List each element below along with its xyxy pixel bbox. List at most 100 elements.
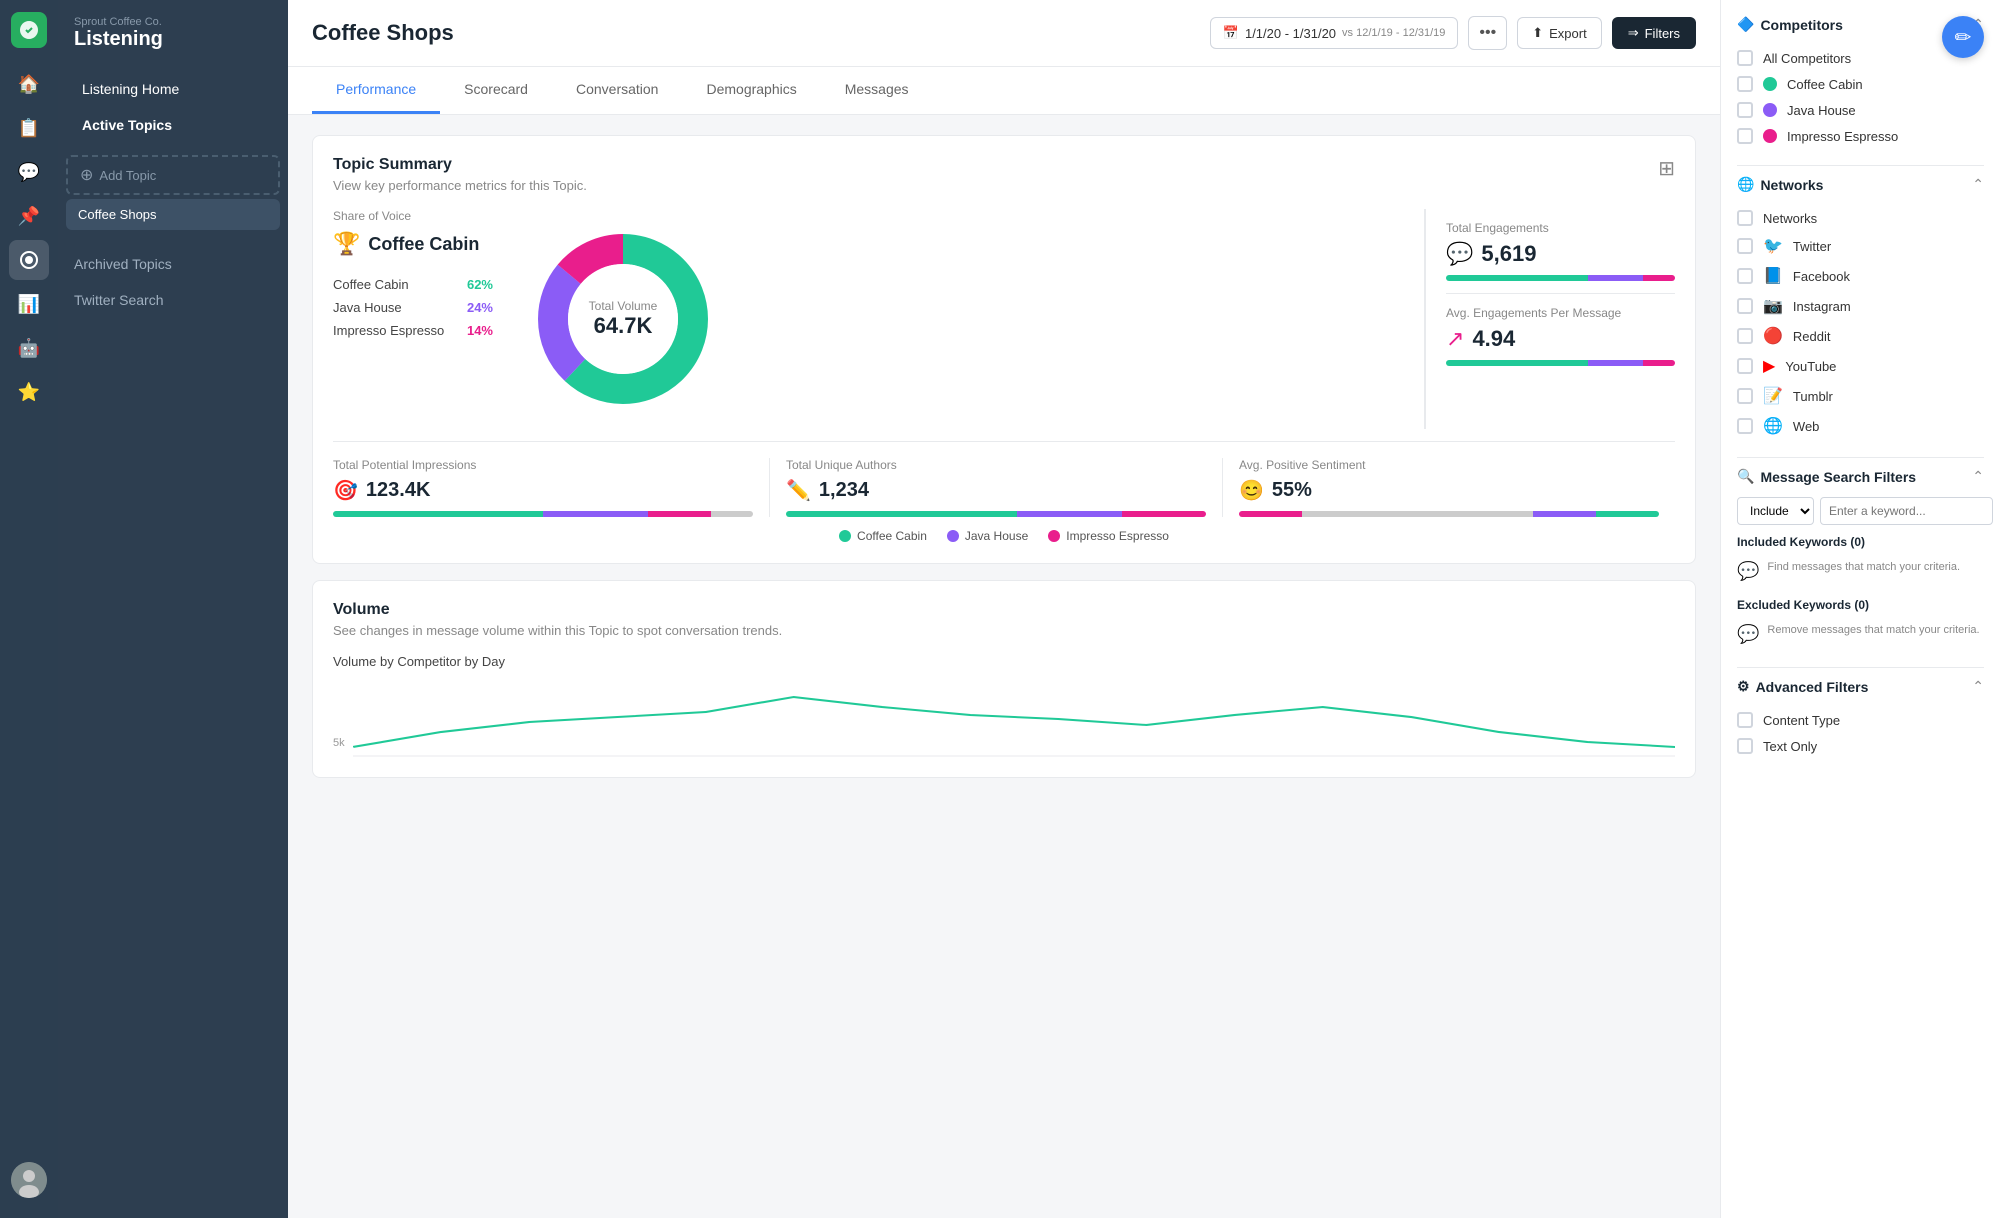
sov-name-2: Impresso Espresso [333, 323, 444, 338]
network-web-checkbox[interactable] [1737, 418, 1753, 434]
trophy-icon: 🏆 [333, 231, 360, 257]
vs-date-label: vs 12/1/19 - 12/31/19 [1342, 27, 1445, 39]
message-search-collapse-icon[interactable]: ⌃ [1972, 468, 1984, 485]
network-instagram-label: Instagram [1793, 299, 1851, 314]
competitor-checkbox-2[interactable] [1737, 128, 1753, 144]
text-only-label: Text Only [1763, 739, 1817, 754]
competitor-item-0[interactable]: Coffee Cabin [1737, 71, 1984, 97]
network-twitter[interactable]: 🐦 Twitter [1737, 231, 1984, 261]
sidebar-archived-topics[interactable]: Archived Topics [58, 246, 288, 282]
tab-conversation[interactable]: Conversation [552, 67, 683, 114]
avg-engagements-bar [1446, 360, 1675, 366]
network-facebook-label: Facebook [1793, 269, 1850, 284]
nav-messages-icon[interactable]: 💬 [9, 152, 49, 192]
advanced-filters-collapse-icon[interactable]: ⌃ [1972, 678, 1984, 695]
network-tumblr[interactable]: 📝 Tumblr [1737, 381, 1984, 411]
calendar-icon: 📅 [1223, 25, 1239, 41]
network-youtube-label: YouTube [1785, 359, 1836, 374]
sentiment-bar [1239, 511, 1659, 517]
date-range-value: 1/1/20 - 1/31/20 [1245, 26, 1336, 41]
volume-chart-container [353, 677, 1675, 757]
network-tumblr-checkbox[interactable] [1737, 388, 1753, 404]
included-kw-hint: 💬 Find messages that match your criteria… [1737, 555, 1984, 588]
main-content: Coffee Shops 📅 1/1/20 - 1/31/20 vs 12/1/… [288, 0, 1720, 1218]
content-area: Topic Summary View key performance metri… [288, 115, 1720, 1218]
sov-row-java-house: Java House 24% [333, 296, 493, 319]
competitor-checkbox-1[interactable] [1737, 102, 1753, 118]
sentiment-label: Avg. Positive Sentiment [1239, 458, 1659, 472]
nav-pin-icon[interactable]: 📌 [9, 196, 49, 236]
network-reddit-checkbox[interactable] [1737, 328, 1753, 344]
competitor-item-1[interactable]: Java House [1737, 97, 1984, 123]
network-facebook-checkbox[interactable] [1737, 268, 1753, 284]
sov-row-coffee-cabin: Coffee Cabin 62% [333, 273, 493, 296]
included-kw-label: Included Keywords (0) [1737, 535, 1984, 549]
text-only-checkbox[interactable] [1737, 738, 1753, 754]
sov-winner-name: Coffee Cabin [368, 234, 479, 255]
topic-summary-card: Topic Summary View key performance metri… [312, 135, 1696, 564]
content-type-checkbox[interactable] [1737, 712, 1753, 728]
app-name: Listening [74, 28, 272, 51]
authors-block: Total Unique Authors ✏️ 1,234 [770, 458, 1223, 517]
network-youtube-checkbox[interactable] [1737, 358, 1753, 374]
network-facebook[interactable]: 📘 Facebook [1737, 261, 1984, 291]
web-icon: 🌐 [1763, 416, 1783, 436]
competitor-item-2[interactable]: Impresso Espresso [1737, 123, 1984, 149]
sidebar-active-topics[interactable]: Active Topics [66, 107, 280, 143]
nav-home-icon[interactable]: 🏠 [9, 64, 49, 104]
sov-row-impresso: Impresso Espresso 14% [333, 319, 493, 342]
add-topic-button[interactable]: ⊕ Add Topic [66, 155, 280, 195]
competitor-checkbox-0[interactable] [1737, 76, 1753, 92]
message-search-section: 🔍 Message Search Filters ⌃ Include Inclu… [1737, 468, 1984, 651]
networks-all-item[interactable]: Networks [1737, 205, 1984, 231]
edit-button[interactable]: ✏ [1942, 16, 1984, 58]
network-web[interactable]: 🌐 Web [1737, 411, 1984, 441]
networks-all-checkbox[interactable] [1737, 210, 1753, 226]
nav-favorites-icon[interactable]: ⭐ [9, 372, 49, 412]
advanced-filters-icon: ⚙ [1737, 678, 1750, 695]
network-reddit[interactable]: 🔴 Reddit [1737, 321, 1984, 351]
volume-title: Volume [333, 601, 782, 619]
content-type-item[interactable]: Content Type [1737, 707, 1984, 733]
tab-scorecard[interactable]: Scorecard [440, 67, 552, 114]
legend-label-0: Coffee Cabin [857, 529, 927, 543]
engagements-value: 5,619 [1481, 241, 1536, 267]
network-youtube[interactable]: ▶ YouTube [1737, 351, 1984, 381]
date-range-button[interactable]: 📅 1/1/20 - 1/31/20 vs 12/1/19 - 12/31/19 [1210, 17, 1459, 49]
layout-icon[interactable]: ⊞ [1658, 156, 1675, 181]
filters-button[interactable]: ⇒ Filters [1612, 17, 1696, 49]
export-button[interactable]: ⬆ Export [1517, 17, 1601, 49]
nav-inbox-icon[interactable]: 📋 [9, 108, 49, 148]
sidebar-listening-home[interactable]: Listening Home [66, 71, 280, 107]
nav-listening-icon[interactable] [9, 240, 49, 280]
tab-messages[interactable]: Messages [821, 67, 933, 114]
tab-performance[interactable]: Performance [312, 67, 440, 114]
app-logo [11, 12, 47, 48]
advanced-filters-section: ⚙ Advanced Filters ⌃ Content Type Text O… [1737, 678, 1984, 759]
include-select[interactable]: Include [1737, 497, 1814, 525]
networks-collapse-icon[interactable]: ⌃ [1972, 176, 1984, 193]
company-name: Sprout Coffee Co. [74, 16, 272, 28]
network-twitter-checkbox[interactable] [1737, 238, 1753, 254]
tab-demographics[interactable]: Demographics [682, 67, 820, 114]
nav-reports-icon[interactable]: 📊 [9, 284, 49, 324]
all-competitors-checkbox[interactable] [1737, 50, 1753, 66]
content-type-label: Content Type [1763, 713, 1840, 728]
authors-value: 1,234 [819, 479, 869, 502]
network-instagram-checkbox[interactable] [1737, 298, 1753, 314]
network-instagram[interactable]: 📷 Instagram [1737, 291, 1984, 321]
coffee-shops-topic[interactable]: Coffee Shops [66, 199, 280, 230]
impressions-label: Total Potential Impressions [333, 458, 753, 472]
legend-dot-2 [1048, 530, 1060, 542]
nav-automation-icon[interactable]: 🤖 [9, 328, 49, 368]
keyword-input[interactable] [1820, 497, 1993, 525]
sidebar-twitter-search[interactable]: Twitter Search [58, 282, 288, 318]
more-options-button[interactable]: ••• [1468, 16, 1507, 50]
tabs-bar: Performance Scorecard Conversation Demog… [288, 67, 1720, 115]
instagram-icon: 📷 [1763, 296, 1783, 316]
avg-engagements-block: Avg. Engagements Per Message ↗ 4.94 [1446, 294, 1675, 378]
text-only-item[interactable]: Text Only [1737, 733, 1984, 759]
reddit-icon: 🔴 [1763, 326, 1783, 346]
user-avatar[interactable] [11, 1162, 47, 1198]
competitors-icon: 🔷 [1737, 16, 1754, 33]
